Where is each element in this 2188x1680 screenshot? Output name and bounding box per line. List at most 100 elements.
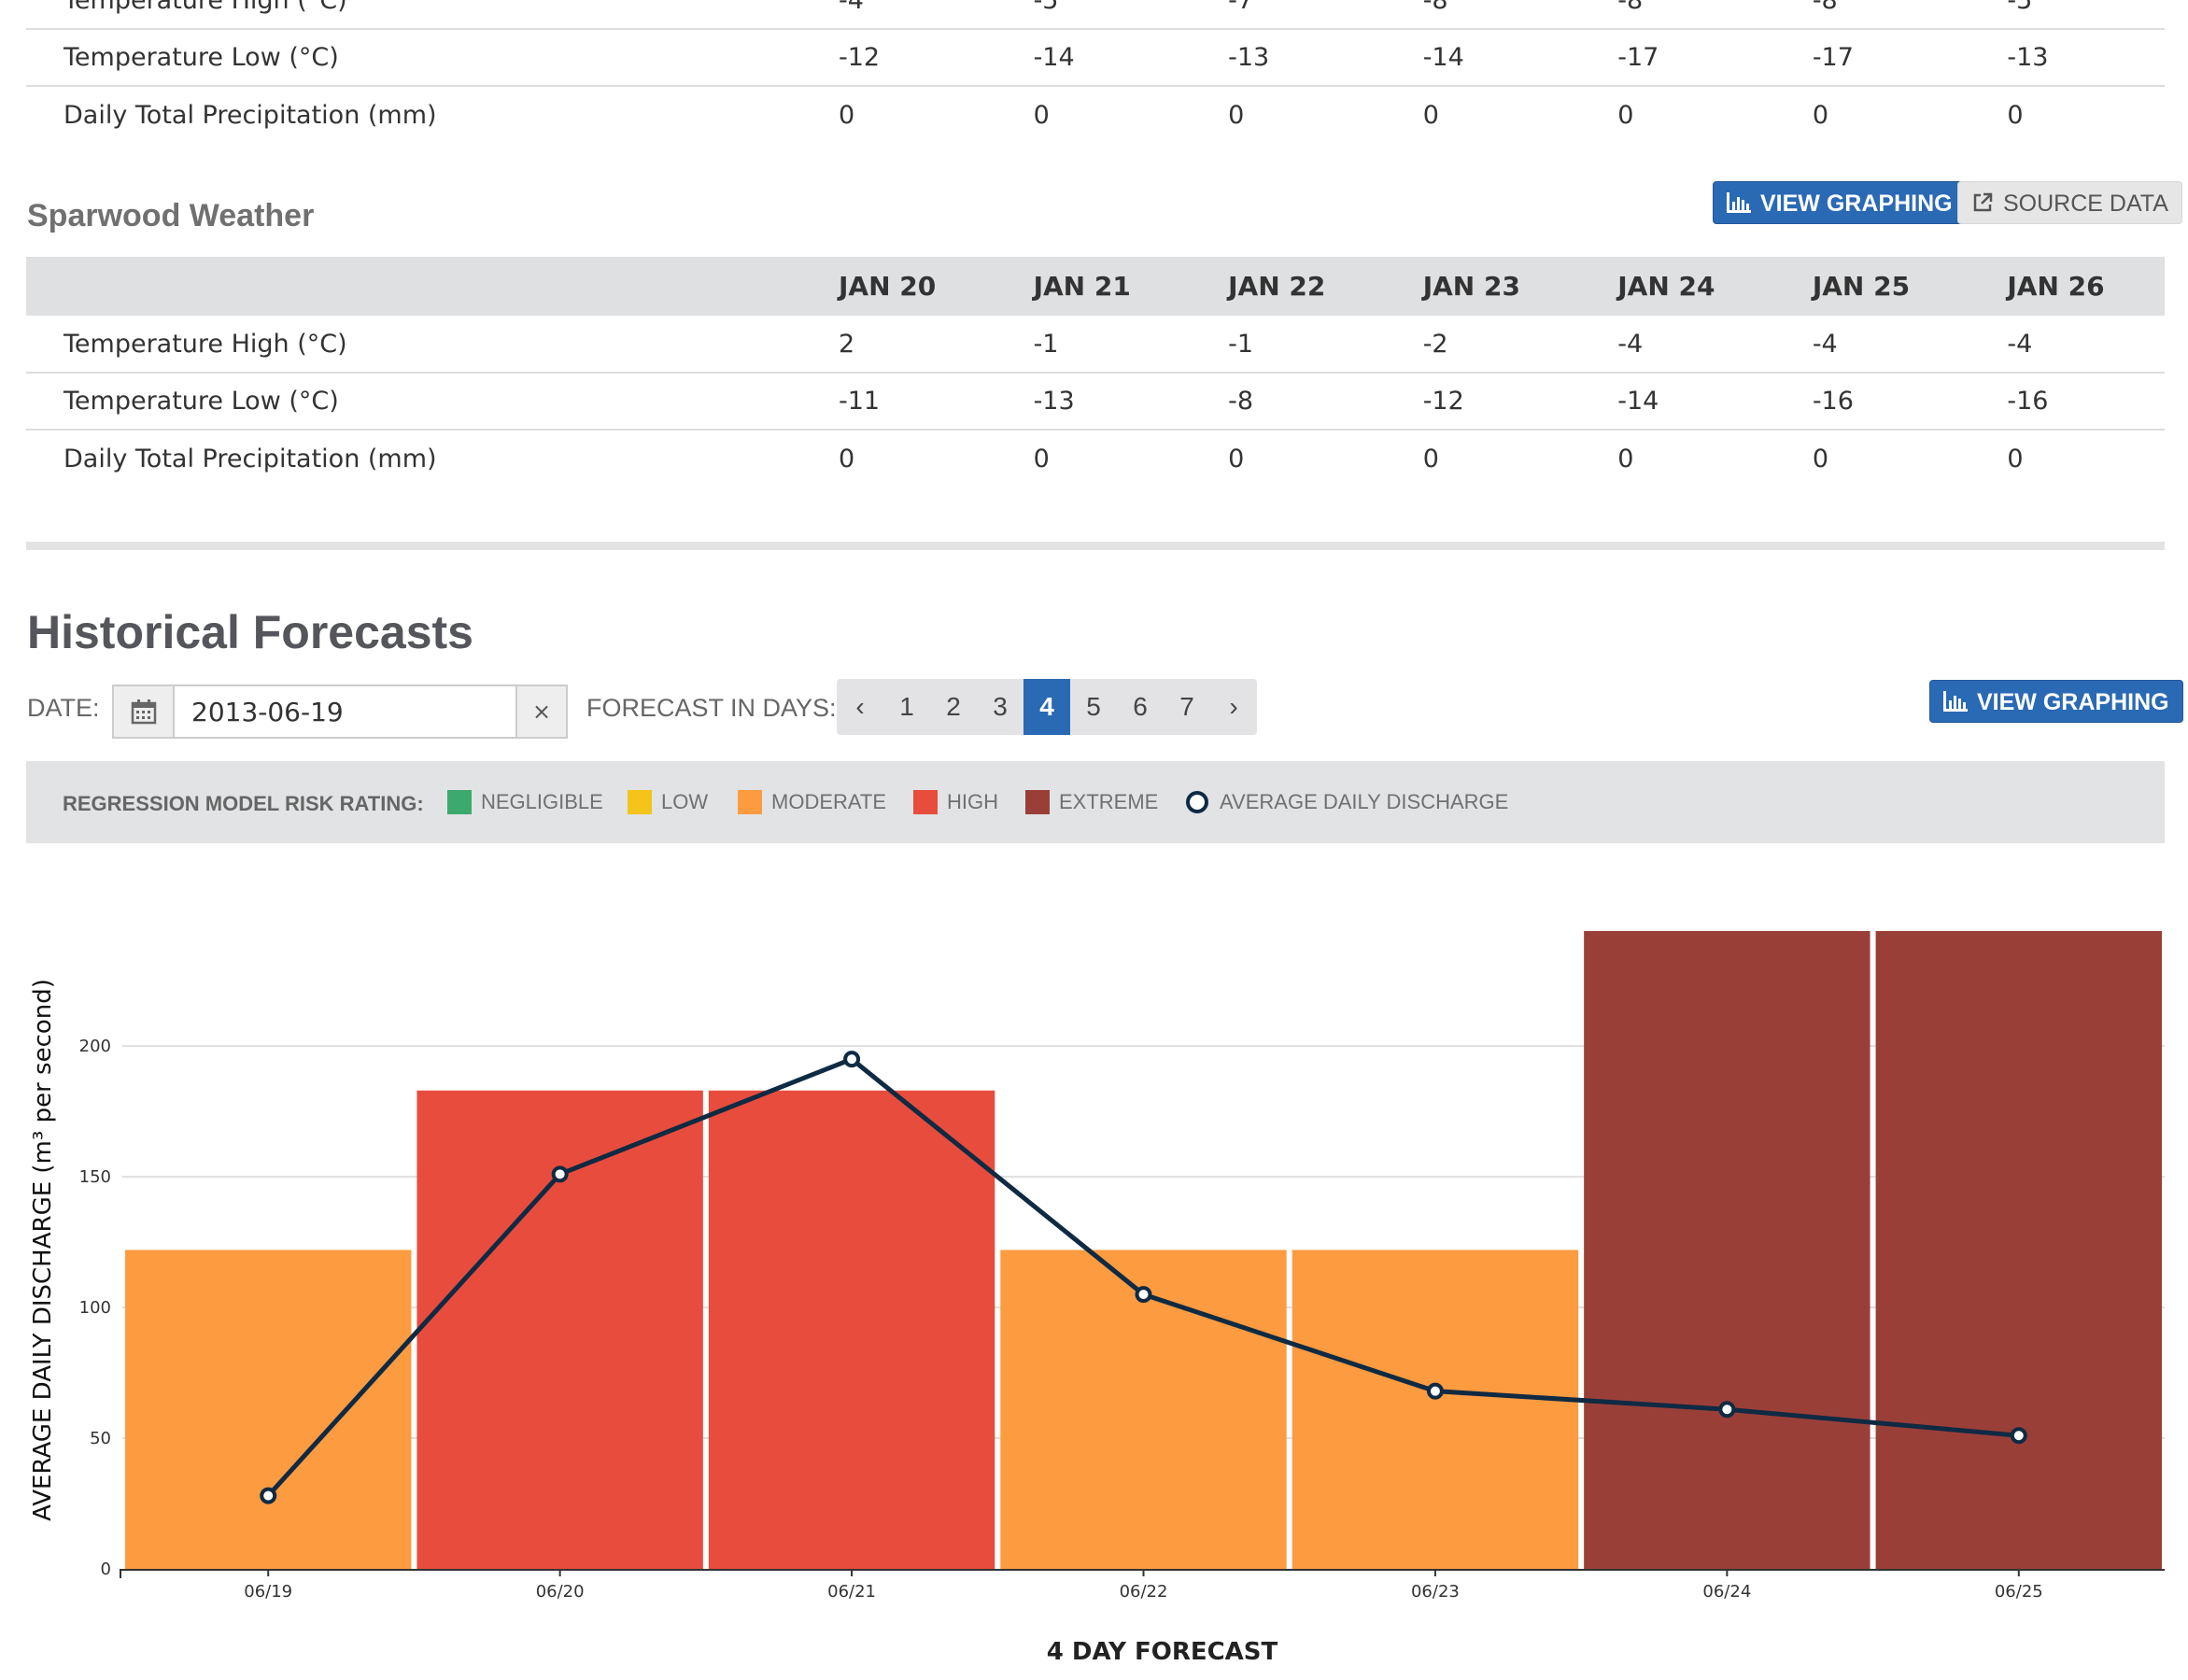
top-weather-row: Temperature Low (°C) -12 -14 -13 -14 -17 -17 -1… bbox=[26, 29, 2165, 86]
pager-day-3[interactable]: 3 bbox=[977, 679, 1023, 735]
cell-value: 0 bbox=[1033, 444, 1050, 473]
weather-table-top: Temperature High (°C) -4 -5 -7 -8 -8 -8 -5 Tempe… bbox=[26, 0, 2165, 143]
legend-item-negligible: NEGLIGIBLE bbox=[447, 790, 603, 814]
page-container: Temperature High (°C) -4 -5 -7 -8 -8 -8 -5 Tempe… bbox=[26, 0, 2183, 1680]
source-data-button[interactable]: SOURCE DATA bbox=[1957, 181, 2182, 224]
x-tick-label: 06/23 bbox=[1411, 1582, 1460, 1602]
column-header: JAN 24 bbox=[1580, 257, 1775, 316]
legend-item-low: LOW bbox=[628, 790, 708, 814]
section-title-historical-forecasts: Historical Forecasts bbox=[27, 606, 473, 658]
row-label: Daily Total Precipitation (mm) bbox=[64, 100, 437, 130]
historical-view-graphing-label: VIEW GRAPHING bbox=[1977, 689, 2169, 715]
top-weather-row: Temperature High (°C) -4 -5 -7 -8 -8 -8 -5 bbox=[26, 0, 2165, 29]
top-weather-row: Daily Total Precipitation (mm) 0 0 0 0 0 0 0 bbox=[26, 86, 2165, 143]
legend-swatch bbox=[447, 790, 472, 814]
discharge-chart: 0 50 100 150 200 06/19 06/20 06/21 06/22 06/23 06/… bbox=[29, 931, 2165, 1666]
sparwood-weather-row: Temperature Low (°C) -11 -13 -8 -12 -14 -16 -16 bbox=[26, 373, 2165, 430]
column-header: JAN 22 bbox=[1191, 257, 1386, 316]
legend-title: REGRESSION MODEL RISK RATING: bbox=[63, 792, 424, 815]
cell-value: -14 bbox=[1617, 387, 1659, 416]
legend-label: LOW bbox=[661, 790, 709, 813]
cell-value: 0 bbox=[2007, 444, 2024, 473]
view-graphing-button[interactable]: VIEW GRAPHING bbox=[1713, 181, 1967, 224]
section-title-sparwood-weather: Sparwood Weather bbox=[27, 198, 315, 233]
pager-day-5[interactable]: 5 bbox=[1070, 679, 1117, 735]
source-data-label: SOURCE DATA bbox=[2003, 191, 2168, 217]
legend-label: EXTREME bbox=[1059, 790, 1159, 813]
legend-label: MODERATE bbox=[771, 790, 887, 813]
cell-value: -17 bbox=[1617, 43, 1659, 72]
cell-value: -8 bbox=[1228, 387, 1254, 416]
risk-bar bbox=[1584, 931, 1870, 1569]
clear-date-button[interactable]: × bbox=[515, 686, 566, 737]
cell-value: -13 bbox=[1228, 43, 1270, 72]
legend-item-high: HIGH bbox=[913, 790, 998, 814]
pager-day-7[interactable]: 7 bbox=[1164, 679, 1210, 735]
date-label: DATE: bbox=[27, 694, 100, 722]
cell-value: 0 bbox=[2007, 100, 2024, 130]
cell-value: -8 bbox=[1617, 0, 1644, 15]
sparwood-weather-header-row: JAN 20 JAN 21 JAN 22 JAN 23 JAN 24 JAN 25 JAN … bbox=[26, 257, 2165, 316]
legend-label: NEGLIGIBLE bbox=[481, 790, 603, 813]
y-tick-label: 150 bbox=[79, 1167, 111, 1187]
pager-day-2[interactable]: 2 bbox=[930, 679, 977, 735]
column-header: JAN 21 bbox=[995, 257, 1192, 316]
legend-label: AVERAGE DAILY DISCHARGE bbox=[1220, 790, 1509, 813]
y-tick-label: 0 bbox=[101, 1560, 111, 1579]
calendar-icon[interactable] bbox=[114, 686, 175, 737]
sparwood-weather-row: Daily Total Precipitation (mm) 0 0 0 0 0 0 0 bbox=[26, 430, 2165, 487]
legend-swatch bbox=[738, 790, 762, 814]
x-tick-label: 06/19 bbox=[244, 1582, 292, 1602]
pager-prev-button[interactable]: ‹ bbox=[837, 679, 883, 735]
cell-value: -8 bbox=[1422, 0, 1448, 15]
bar-chart-icon bbox=[1943, 691, 1968, 713]
date-input[interactable] bbox=[175, 686, 520, 737]
forecast-in-days-label: FORECAST IN DAYS: bbox=[586, 694, 837, 722]
cell-value: -4 bbox=[2007, 329, 2033, 359]
cell-value: -14 bbox=[1422, 43, 1464, 72]
cell-value: 0 bbox=[1617, 444, 1634, 473]
date-picker: × bbox=[112, 685, 568, 739]
cell-value: 0 bbox=[1422, 444, 1439, 473]
sparwood-weather-row: Temperature High (°C) 2 -1 -1 -2 -4 -4 -4 bbox=[26, 316, 2165, 373]
legend-item-average-daily-discharge: AVERAGE DAILY DISCHARGE bbox=[1186, 790, 1508, 814]
pager-day-1[interactable]: 1 bbox=[883, 679, 930, 735]
y-tick-label: 100 bbox=[79, 1298, 111, 1318]
x-tick-label: 06/24 bbox=[1702, 1582, 1751, 1602]
header-empty-cell bbox=[26, 257, 801, 316]
legend-item-extreme: EXTREME bbox=[1025, 790, 1158, 814]
view-graphing-label: VIEW GRAPHING bbox=[1760, 191, 1953, 217]
legend-line-marker bbox=[1186, 791, 1208, 813]
cell-value: -2 bbox=[1422, 329, 1448, 359]
x-tick-label: 06/21 bbox=[827, 1582, 876, 1602]
historical-view-graphing-button[interactable]: VIEW GRAPHING bbox=[1929, 680, 2183, 723]
discharge-point bbox=[1135, 1286, 1152, 1304]
pager-day-4[interactable]: 4 bbox=[1023, 679, 1070, 735]
cell-value: -1 bbox=[1033, 329, 1059, 359]
x-tick-label: 06/20 bbox=[536, 1582, 585, 1602]
y-tick-label: 50 bbox=[90, 1429, 111, 1448]
discharge-point bbox=[551, 1165, 569, 1183]
weather-table-top-body: Temperature High (°C) -4 -5 -7 -8 -8 -8 -5 Tempe… bbox=[26, 0, 2165, 143]
risk-bar bbox=[125, 1249, 412, 1569]
risk-bar bbox=[1292, 1249, 1579, 1569]
cell-value: 2 bbox=[839, 329, 855, 359]
cell-value: 0 bbox=[1812, 444, 1828, 473]
cell-value: -4 bbox=[1812, 329, 1838, 359]
x-tick-label: 06/25 bbox=[1995, 1582, 2043, 1602]
cell-value: -16 bbox=[2007, 387, 2049, 416]
legend-item-moderate: MODERATE bbox=[738, 790, 886, 814]
column-header: JAN 23 bbox=[1385, 257, 1581, 316]
cell-value: 0 bbox=[1033, 100, 1050, 130]
bar-chart-icon bbox=[1727, 192, 1751, 214]
cell-value: -5 bbox=[2007, 0, 2033, 15]
pager-day-6[interactable]: 6 bbox=[1117, 679, 1164, 735]
forecast-days-pager: ‹ 1 2 3 4 5 6 7 › bbox=[837, 679, 1257, 735]
pager-next-button[interactable]: › bbox=[1210, 679, 1257, 735]
risk-bar bbox=[416, 1090, 703, 1569]
column-header: JAN 26 bbox=[1969, 257, 2165, 316]
cell-value: -12 bbox=[1422, 387, 1464, 416]
legend-swatch bbox=[913, 790, 938, 814]
risk-bar bbox=[708, 1090, 995, 1569]
cell-value: -1 bbox=[1228, 329, 1254, 359]
